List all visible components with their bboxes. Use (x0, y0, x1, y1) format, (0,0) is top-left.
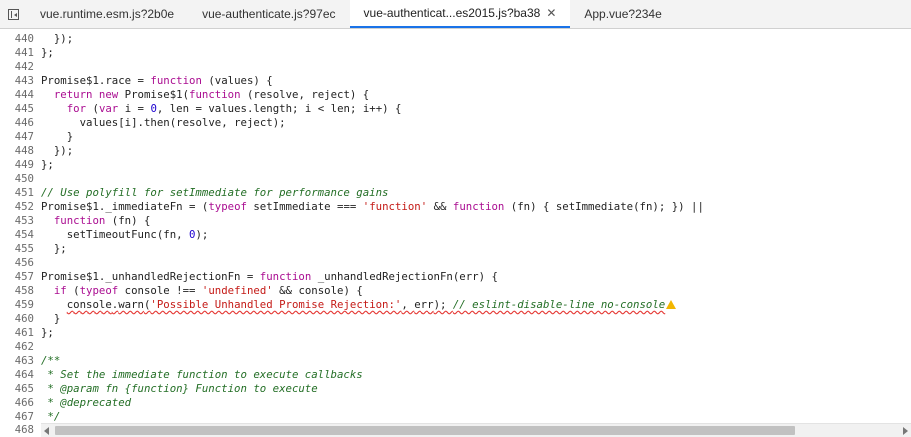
tab-label: vue-authenticat...es2015.js?ba38 (363, 6, 541, 20)
code-line[interactable]: 465 * @param fn {function} Function to e… (0, 382, 911, 396)
tab-app-vue[interactable]: App.vue?234e (570, 0, 675, 28)
tab-label: App.vue?234e (584, 7, 662, 21)
code-line[interactable]: 466 * @deprecated (0, 396, 911, 410)
code-text: function (fn) { (53, 214, 151, 227)
line-number: 448 (14, 144, 34, 157)
line-number: 452 (14, 200, 34, 213)
tab-bar: vue.runtime.esm.js?2b0e vue-authenticate… (0, 0, 911, 29)
code-text: }; (41, 158, 54, 171)
code-line[interactable]: 464 * Set the immediate function to exec… (0, 368, 911, 382)
line-number: 466 (14, 396, 34, 409)
line-number: 465 (14, 382, 34, 395)
scroll-right-icon[interactable] (903, 427, 908, 435)
line-number: 445 (14, 102, 34, 115)
tab-label: vue-authenticate.js?97ec (202, 7, 336, 21)
code-line[interactable]: 442 (0, 60, 911, 74)
line-number: 460 (14, 312, 34, 325)
code-text: // Use polyfill for setImmediate for per… (41, 186, 389, 199)
code-text: Promise$1.race = function (values) { (41, 74, 273, 87)
code-line[interactable]: 440 }); (0, 32, 911, 46)
line-number: 454 (14, 228, 34, 241)
line-number: 442 (14, 60, 34, 73)
code-text: * @param fn {function} Function to execu… (41, 382, 318, 395)
line-number: 440 (14, 32, 34, 45)
close-icon[interactable]: ✕ (546, 6, 556, 20)
line-number: 441 (14, 46, 34, 59)
line-number: 443 (14, 74, 34, 87)
code-text: return new Promise$1(function (resolve, … (53, 88, 370, 101)
panel-toggle-icon (7, 8, 19, 20)
line-number: 459 (14, 298, 34, 311)
line-number: 467 (14, 410, 34, 423)
tab-label: vue.runtime.esm.js?2b0e (40, 7, 175, 21)
code-text: } (41, 130, 74, 143)
line-number: 447 (14, 130, 34, 143)
code-editor[interactable]: 440 }); 441}; 442 443 Promise$1.race = funct… (0, 29, 911, 423)
line-number: 457 (14, 270, 34, 283)
code-text: }); (41, 144, 74, 157)
code-text: }; (41, 326, 54, 339)
code-line[interactable]: 460 } (0, 312, 911, 326)
panel-toggle-button[interactable] (0, 0, 26, 28)
code-text: Promise$1._unhandledRejectionFn = functi… (41, 270, 498, 283)
code-line[interactable]: 457 Promise$1._unhandledRejectionFn = fun… (0, 270, 911, 284)
code-text: }; (41, 46, 54, 59)
code-line[interactable]: 462 (0, 340, 911, 354)
code-line[interactable]: 450 (0, 172, 911, 186)
line-number: 449 (14, 158, 34, 171)
code-line[interactable]: 461}; (0, 326, 911, 340)
line-number: 444 (14, 88, 34, 101)
line-number: 451 (14, 186, 34, 199)
code-text: Promise$1._immediateFn = (typeof setImme… (41, 200, 704, 213)
code-line[interactable]: 449}; (0, 158, 911, 172)
line-number: 463 (14, 354, 34, 367)
line-number: 456 (14, 256, 34, 269)
code-line[interactable]: 451 // Use polyfill for setImmediate for … (0, 186, 911, 200)
code-text: * @deprecated (41, 396, 132, 409)
warning-icon[interactable] (666, 300, 677, 309)
code-text: } (41, 312, 61, 325)
line-number: 462 (14, 340, 34, 353)
code-line[interactable]: 453 function (fn) { (0, 214, 911, 228)
line-number: 446 (14, 116, 34, 129)
code-line[interactable]: 459 console.warn('Possible Unhandled Pro… (0, 298, 911, 312)
code-text: /** (41, 354, 61, 367)
code-text: }); (41, 32, 74, 45)
line-number: 450 (14, 172, 34, 185)
code-line[interactable]: 448 }); (0, 144, 911, 158)
code-line[interactable]: 444 return new Promise$1(function (resol… (0, 88, 911, 102)
code-text: console.warn('Possible Unhandled Promise… (41, 298, 677, 312)
code-line[interactable]: 447 } (0, 130, 911, 144)
code-line[interactable]: 456 (0, 256, 911, 270)
line-number: 455 (14, 242, 34, 255)
line-number: 458 (14, 284, 34, 297)
scrollbar-thumb[interactable] (55, 426, 795, 435)
tab-vue-authenticate-es2015[interactable]: vue-authenticat...es2015.js?ba38 ✕ (349, 0, 571, 28)
code-text: if (typeof console !== 'undefined' && co… (53, 284, 363, 297)
code-line[interactable]: 441}; (0, 46, 911, 60)
code-text: for (var i = 0, len = values.length; i <… (66, 102, 402, 115)
line-number: 453 (14, 214, 34, 227)
tab-vue-authenticate[interactable]: vue-authenticate.js?97ec (188, 0, 349, 28)
horizontal-scrollbar[interactable] (41, 423, 911, 437)
code-text: values[i].then(resolve, reject); (79, 116, 286, 129)
code-line[interactable]: 452 Promise$1._immediateFn = (typeof setI… (0, 200, 911, 214)
tab-vue-runtime[interactable]: vue.runtime.esm.js?2b0e (26, 0, 188, 28)
scroll-left-icon[interactable] (44, 427, 49, 435)
code-text: setTimeoutFunc(fn, 0); (66, 228, 209, 241)
code-line[interactable]: 467 */ (0, 410, 911, 423)
code-line[interactable]: 455 }; (0, 242, 911, 256)
code-line[interactable]: 446 values[i].then(resolve, reject); (0, 116, 911, 130)
line-number: 464 (14, 368, 34, 381)
line-number: 461 (14, 326, 34, 339)
code-line[interactable]: 445 for (var i = 0, len = values.length;… (0, 102, 911, 116)
code-line[interactable]: 443 Promise$1.race = function (values) { (0, 74, 911, 88)
line-number: 468 (14, 423, 34, 436)
code-text: */ (41, 410, 61, 423)
code-line[interactable]: 463 /** (0, 354, 911, 368)
code-line[interactable]: 458 if (typeof console !== 'undefined' &… (0, 284, 911, 298)
code-text: }; (41, 242, 67, 255)
code-line[interactable]: 454 setTimeoutFunc(fn, 0); (0, 228, 911, 242)
code-text: * Set the immediate function to execute … (41, 368, 363, 381)
